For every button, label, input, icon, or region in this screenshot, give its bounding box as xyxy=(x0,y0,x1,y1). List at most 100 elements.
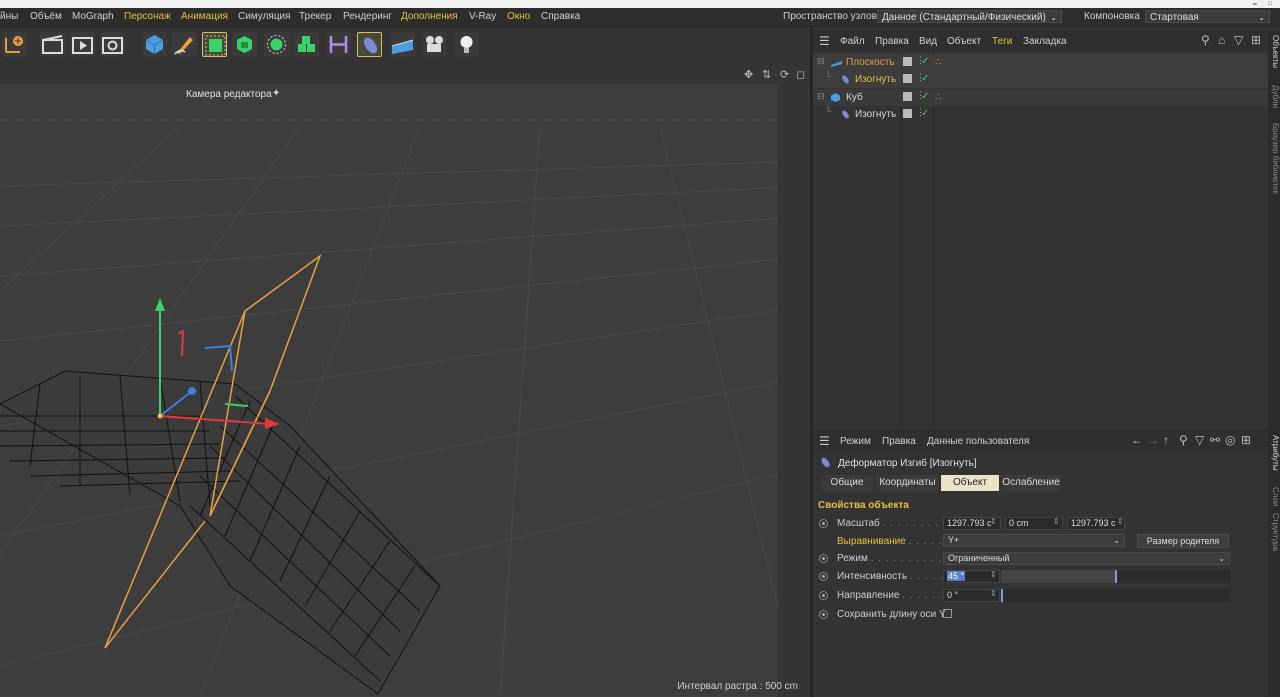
lock-icon[interactable]: ⚯ xyxy=(1210,433,1220,447)
object-name[interactable]: Изогнуть xyxy=(855,109,896,120)
tag-icon[interactable]: ∴ xyxy=(935,57,941,68)
align-dropdown[interactable]: Y+ ⌄ xyxy=(943,534,1125,547)
side-tab-takes[interactable]: Дубли xyxy=(1268,85,1280,108)
minimize-icon[interactable]: ━ xyxy=(1253,1,1257,8)
om-menu-edit[interactable]: Правка xyxy=(875,36,909,47)
light-button[interactable] xyxy=(454,32,479,57)
coordinate-system-button[interactable] xyxy=(2,32,27,57)
forward-arrow-icon[interactable]: → xyxy=(1147,433,1159,447)
mode-dropdown[interactable]: Ограниченный ⌄ xyxy=(943,552,1230,565)
strength-slider-handle[interactable] xyxy=(1114,570,1117,583)
animate-scale-radio[interactable] xyxy=(819,519,828,528)
direction-slider[interactable] xyxy=(1001,589,1230,602)
direction-slider-handle[interactable] xyxy=(1001,589,1003,602)
filter-icon[interactable]: ▽ xyxy=(1234,33,1243,47)
om-menu-view[interactable]: Вид xyxy=(919,36,937,47)
fit-to-parent-button[interactable]: Размер родителя xyxy=(1137,534,1229,548)
filter-icon[interactable]: ▽ xyxy=(1195,433,1204,447)
camera-button[interactable] xyxy=(422,32,447,57)
up-arrow-icon[interactable]: ↑ xyxy=(1163,433,1169,447)
animate-mode-radio[interactable] xyxy=(819,554,828,563)
animate-keep-length-radio[interactable] xyxy=(819,610,828,619)
tab-object[interactable]: Объект xyxy=(941,475,999,491)
extrude-button[interactable] xyxy=(232,32,257,57)
menu-item-volume[interactable]: Объём xyxy=(30,11,62,22)
viewport-scene[interactable] xyxy=(0,66,810,697)
hamburger-menu-icon[interactable]: ☰ xyxy=(819,434,830,448)
enabled-check-icon[interactable]: ✓ xyxy=(921,91,929,102)
side-tab-content-browser[interactable]: Браузер библиотек xyxy=(1268,123,1280,194)
menu-item-vray[interactable]: V-Ray xyxy=(469,11,496,22)
render-view-button[interactable] xyxy=(40,32,65,57)
am-menu-mode[interactable]: Режим xyxy=(840,436,871,447)
om-menu-bookmarks[interactable]: Закладка xyxy=(1023,36,1066,47)
deformer-button[interactable] xyxy=(326,32,351,57)
tab-coordinates[interactable]: Координаты xyxy=(876,475,939,491)
cube-object-button[interactable] xyxy=(142,32,167,57)
tree-expand-icon[interactable]: ⊟ xyxy=(817,56,825,67)
object-row-plane[interactable]: ⊟ Плоскость ⋮ ✓ ∴ xyxy=(813,54,1268,71)
am-menu-user-data[interactable]: Данные пользователя xyxy=(927,436,1029,447)
render-settings-button[interactable] xyxy=(100,32,125,57)
bend-deformer-button[interactable] xyxy=(357,32,382,57)
stepper-icon[interactable]: ⇕ xyxy=(990,589,997,598)
side-tab-structure[interactable]: Структура xyxy=(1268,513,1280,551)
node-space-dropdown[interactable]: Данное (Стандартный/Физический) ⌄ xyxy=(877,10,1062,23)
menu-item-windows[interactable]: йны xyxy=(0,11,18,22)
am-menu-edit[interactable]: Правка xyxy=(882,436,916,447)
zoom-view-icon[interactable]: ⇅ xyxy=(762,68,771,81)
back-arrow-icon[interactable]: ← xyxy=(1131,433,1143,447)
layer-swatch-icon[interactable] xyxy=(903,92,912,101)
stepper-icon[interactable]: ⇕ xyxy=(990,517,997,526)
menu-item-help[interactable]: Справка xyxy=(541,11,580,22)
object-name[interactable]: Куб xyxy=(846,92,863,103)
move-view-icon[interactable]: ✥ xyxy=(744,68,753,81)
maximize-icon[interactable]: □ xyxy=(1268,1,1272,7)
enabled-check-icon[interactable]: ✓ xyxy=(921,56,929,67)
tab-falloff[interactable]: Ослабление xyxy=(1001,475,1061,491)
object-row-cube[interactable]: ⊟ Куб ⋮ ✓ ∴ xyxy=(813,89,1268,106)
menu-item-character[interactable]: Персонаж xyxy=(124,11,171,22)
keep-length-checkbox[interactable] xyxy=(943,609,952,618)
object-name[interactable]: Плоскость xyxy=(846,57,895,68)
tab-basic[interactable]: Общие xyxy=(821,475,873,491)
enabled-check-icon[interactable]: ✓ xyxy=(921,108,929,119)
layer-swatch-icon[interactable] xyxy=(903,109,912,118)
side-tab-attributes[interactable]: Атрибуты xyxy=(1268,435,1280,471)
menu-item-extensions[interactable]: Дополнения xyxy=(401,11,458,22)
object-row-bend-child[interactable]: └ Изогнуть ⋮ ✓ xyxy=(813,71,1268,88)
subdivision-button[interactable] xyxy=(202,32,227,57)
camera-label[interactable]: Камера редактора xyxy=(186,89,272,100)
home-icon[interactable]: ⌂ xyxy=(1218,33,1225,47)
menu-item-animation[interactable]: Анимация xyxy=(181,11,228,22)
maximize-view-icon[interactable]: ◻ xyxy=(796,68,805,81)
animate-strength-radio[interactable] xyxy=(819,572,828,581)
target-icon[interactable]: ◎ xyxy=(1225,433,1235,447)
menu-item-render[interactable]: Рендеринг xyxy=(343,11,392,22)
enabled-check-icon[interactable]: ✓ xyxy=(921,73,929,84)
menu-item-mograph[interactable]: MoGraph xyxy=(72,11,114,22)
menu-item-window[interactable]: Окно xyxy=(507,11,530,22)
stepper-icon[interactable]: ⇕ xyxy=(1117,517,1124,526)
render-button[interactable] xyxy=(70,32,95,57)
animate-direction-radio[interactable] xyxy=(819,591,828,600)
search-icon[interactable]: ⚲ xyxy=(1179,433,1188,447)
om-menu-file[interactable]: Файл xyxy=(840,36,865,47)
stepper-icon[interactable]: ⇕ xyxy=(990,570,997,579)
3d-viewport[interactable] xyxy=(0,66,810,697)
menu-item-tracker[interactable]: Трекер xyxy=(299,11,331,22)
rotate-view-icon[interactable]: ⟳ xyxy=(780,68,789,81)
mograph-button[interactable] xyxy=(294,32,319,57)
stepper-icon[interactable]: ⇕ xyxy=(1053,517,1060,526)
object-name[interactable]: Изогнуть xyxy=(855,74,896,85)
cloner-button[interactable] xyxy=(264,32,289,57)
menu-item-simulation[interactable]: Симуляция xyxy=(238,11,291,22)
object-row-bend-child[interactable]: └ Изогнуть ⋮ ✓ xyxy=(813,106,1268,123)
new-window-icon[interactable]: ⊞ xyxy=(1241,433,1251,447)
om-menu-object[interactable]: Объект xyxy=(947,36,981,47)
tree-expand-icon[interactable]: ⊟ xyxy=(817,91,825,102)
new-window-icon[interactable]: ⊞ xyxy=(1251,33,1261,47)
search-icon[interactable]: ⚲ xyxy=(1201,33,1210,47)
tag-icon[interactable]: ∴ xyxy=(935,92,941,103)
floor-button[interactable] xyxy=(390,32,415,57)
